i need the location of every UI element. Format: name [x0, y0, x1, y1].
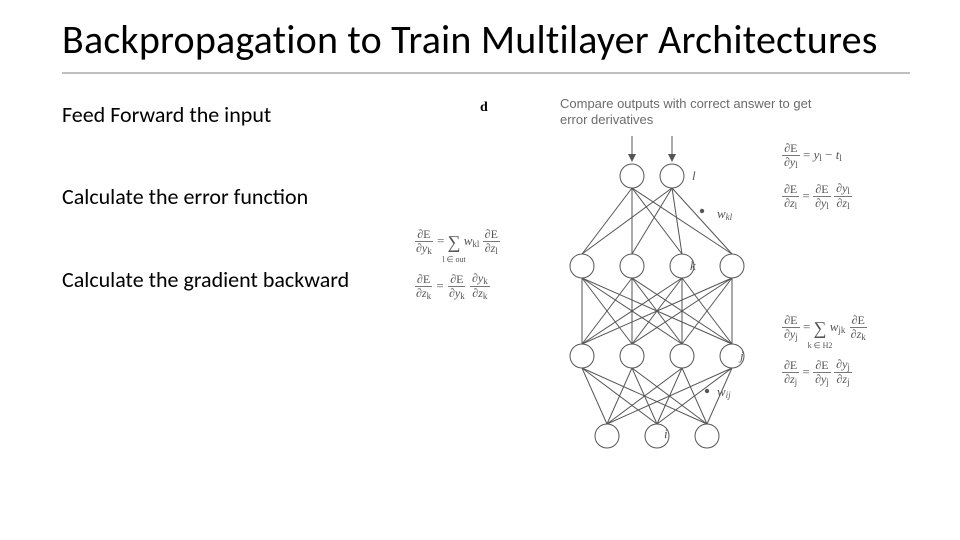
- eq-yj: ∂E∂yj = ∑k ∈ H2 wjk ∂E∂zk: [782, 314, 868, 342]
- eq-zk: ∂E∂zk = ∂E∂yk ∂yk∂zk: [414, 272, 490, 302]
- steps-list: Feed Forward the input Calculate the err…: [62, 96, 462, 293]
- step-2: Calculate the error function: [62, 184, 462, 210]
- label-wij-var: w: [717, 384, 726, 399]
- eq-zj: ∂E∂zj = ∂E∂yj ∂yj∂zj: [782, 358, 852, 388]
- slide-body: Feed Forward the input Calculate the err…: [62, 96, 910, 293]
- label-wij: wij: [717, 384, 731, 400]
- label-wkl-sub: kl: [726, 212, 733, 222]
- label-k: k: [690, 258, 696, 274]
- slide-title: Backpropagation to Train Multilayer Arch…: [62, 18, 910, 62]
- label-l: l: [692, 168, 696, 184]
- eq-yk: ∂E∂yk = ∑l ∈ out wkl ∂E∂zl: [414, 228, 500, 256]
- panel-label: d: [480, 100, 488, 116]
- eq-zl: ∂E∂zl = ∂E∂yl ∂yl∂zl: [782, 182, 852, 212]
- figure-caption: Compare outputs with correct answer to g…: [560, 96, 820, 129]
- slide: Backpropagation to Train Multilayer Arch…: [0, 0, 960, 540]
- network-svg: [522, 136, 782, 476]
- label-wij-sub: ij: [726, 390, 731, 400]
- eq-out: ∂E∂yl = yl − tl: [782, 142, 842, 170]
- title-rule: [62, 72, 910, 74]
- label-wkl-var: w: [717, 206, 726, 221]
- backprop-figure: d Compare outputs with correct answer to…: [462, 96, 910, 293]
- step-1: Feed Forward the input: [62, 102, 462, 128]
- label-wkl: wkl: [717, 206, 732, 222]
- label-j: j: [740, 348, 744, 364]
- step-3: Calculate the gradient backward: [62, 267, 462, 293]
- label-i: i: [664, 426, 668, 442]
